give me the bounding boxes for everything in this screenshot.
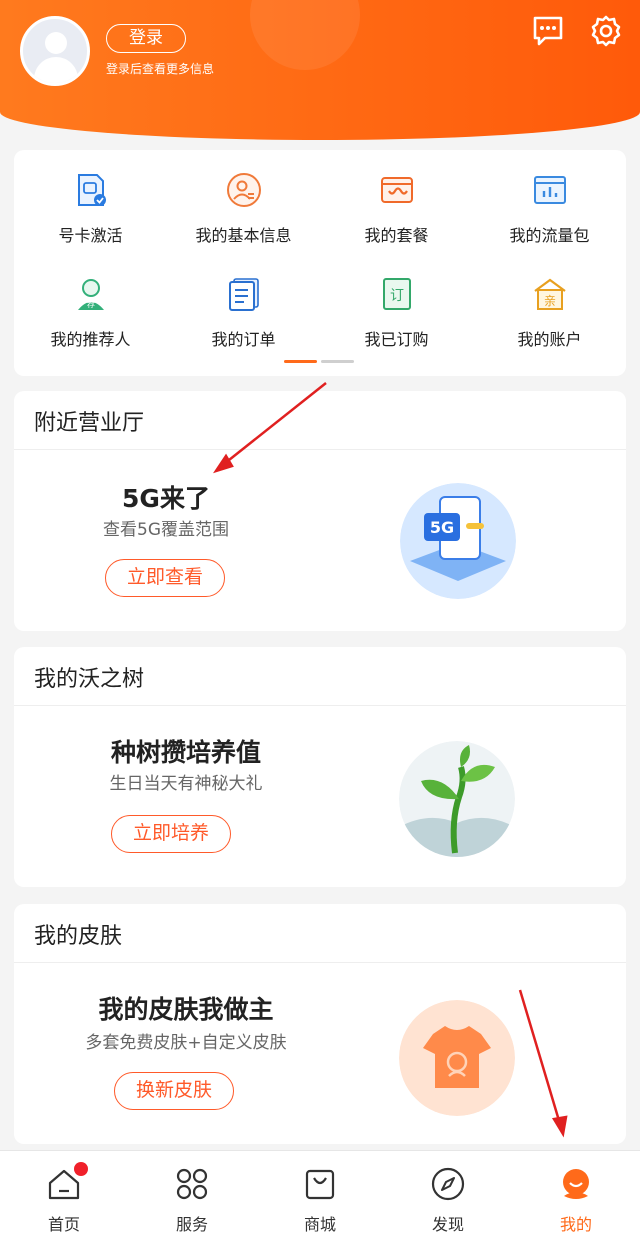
tab-label: 首页 (47, 1215, 80, 1234)
section-title: 我的沃之树 (34, 667, 145, 692)
promo-subtitle: 多套免费皮肤+自定义皮肤 (85, 1033, 287, 1053)
notification-badge (74, 1162, 88, 1176)
quick-item-label: 我的订单 (211, 330, 276, 349)
tab-label: 发现 (431, 1215, 464, 1234)
avatar[interactable] (20, 16, 90, 86)
tab-shop[interactable]: 商城 (256, 1151, 384, 1237)
svg-text:亲: 亲 (543, 294, 555, 308)
quick-item-label: 号卡激活 (58, 226, 123, 245)
quick-item-sim-activate[interactable]: 号卡激活 (14, 172, 167, 246)
quick-item-data-package[interactable]: 我的流量包 (473, 172, 626, 246)
package-icon (380, 177, 413, 203)
profile-icon (226, 173, 261, 207)
promo-headline: 我的皮肤我做主 (98, 995, 274, 1024)
promo-subtitle: 查看5G覆盖范围 (103, 520, 229, 540)
quick-item-label: 我的基本信息 (195, 226, 292, 245)
promo-headline: 5G来了 (122, 484, 210, 513)
data-package-icon (533, 176, 566, 204)
divider (14, 962, 626, 963)
sim-card-icon (77, 174, 106, 206)
grow-now-button[interactable]: 立即培养 (111, 815, 231, 853)
tab-mine[interactable]: 我的 (512, 1151, 640, 1237)
divider (14, 449, 626, 450)
tree-sprout-illustration (399, 741, 515, 857)
tab-home[interactable]: 首页 (0, 1151, 128, 1237)
my-skin-card: 我的皮肤 我的皮肤我做主 多套免费皮肤+自定义皮肤 换新皮肤 (14, 904, 626, 1144)
quick-item-label: 我的流量包 (509, 226, 590, 245)
compass-icon (431, 1167, 465, 1201)
login-button[interactable]: 登录 (106, 24, 186, 53)
quick-item-package[interactable]: 我的套餐 (320, 172, 473, 246)
section-title: 附近营业厅 (34, 411, 145, 436)
tshirt-skin-illustration (399, 1000, 515, 1116)
login-hint: 登录后查看更多信息 (106, 62, 215, 76)
subscribed-icon: 订 (382, 278, 411, 310)
tab-label: 服务 (175, 1215, 208, 1234)
section-title: 我的皮肤 (34, 924, 123, 949)
quick-item-referrer[interactable]: 荐 我的推荐人 (14, 276, 167, 350)
message-icon[interactable] (531, 14, 565, 48)
quick-item-account[interactable]: 亲 我的账户 (473, 276, 626, 350)
page-indicator-inactive (321, 360, 354, 363)
account-icon: 亲 (533, 278, 566, 310)
tab-services[interactable]: 服务 (128, 1151, 256, 1237)
services-icon (176, 1168, 208, 1200)
tab-label: 商城 (303, 1215, 336, 1234)
svg-text:订: 订 (390, 288, 404, 304)
referrer-icon: 荐 (77, 279, 104, 310)
profile-header: 登录 登录后查看更多信息 (0, 0, 640, 140)
promo-headline: 种树攒培养值 (110, 738, 261, 767)
quick-item-subscribed[interactable]: 订 我已订购 (320, 276, 473, 350)
svg-text:5G: 5G (430, 518, 454, 537)
quick-item-label: 我的账户 (517, 330, 582, 349)
quick-item-orders[interactable]: 我的订单 (167, 276, 320, 350)
quick-item-label: 我的套餐 (364, 226, 429, 245)
wo-tree-card: 我的沃之树 种树攒培养值 生日当天有神秘大礼 立即培养 (14, 647, 626, 887)
page-indicator (284, 360, 364, 363)
quick-item-label: 我的推荐人 (50, 330, 131, 349)
gear-icon[interactable] (589, 14, 623, 48)
quick-menu-card: 号卡激活 我的基本信息 我的套餐 我的流量包 荐 我的推荐人 我的订单 订 我已… (14, 150, 626, 376)
5g-phone-illustration: 5G (400, 483, 516, 599)
tab-label: 我的 (559, 1215, 592, 1234)
page-indicator-active (284, 360, 317, 363)
mine-icon (563, 1169, 589, 1199)
order-icon (228, 278, 259, 311)
quick-item-basic-info[interactable]: 我的基本信息 (167, 172, 320, 246)
svg-text:荐: 荐 (87, 299, 95, 309)
view-now-button[interactable]: 立即查看 (105, 559, 225, 597)
header-decoration (250, 0, 360, 70)
nearby-store-card: 附近营业厅 5G来了 查看5G覆盖范围 立即查看 5G (14, 391, 626, 631)
divider (14, 705, 626, 706)
change-skin-button[interactable]: 换新皮肤 (114, 1072, 234, 1110)
quick-item-label: 我已订购 (364, 330, 429, 349)
shop-bag-icon (305, 1169, 335, 1200)
bottom-tab-bar: 首页 服务 商城 发现 我的 (0, 1150, 640, 1237)
tab-discover[interactable]: 发现 (384, 1151, 512, 1237)
promo-subtitle: 生日当天有神秘大礼 (109, 774, 263, 794)
